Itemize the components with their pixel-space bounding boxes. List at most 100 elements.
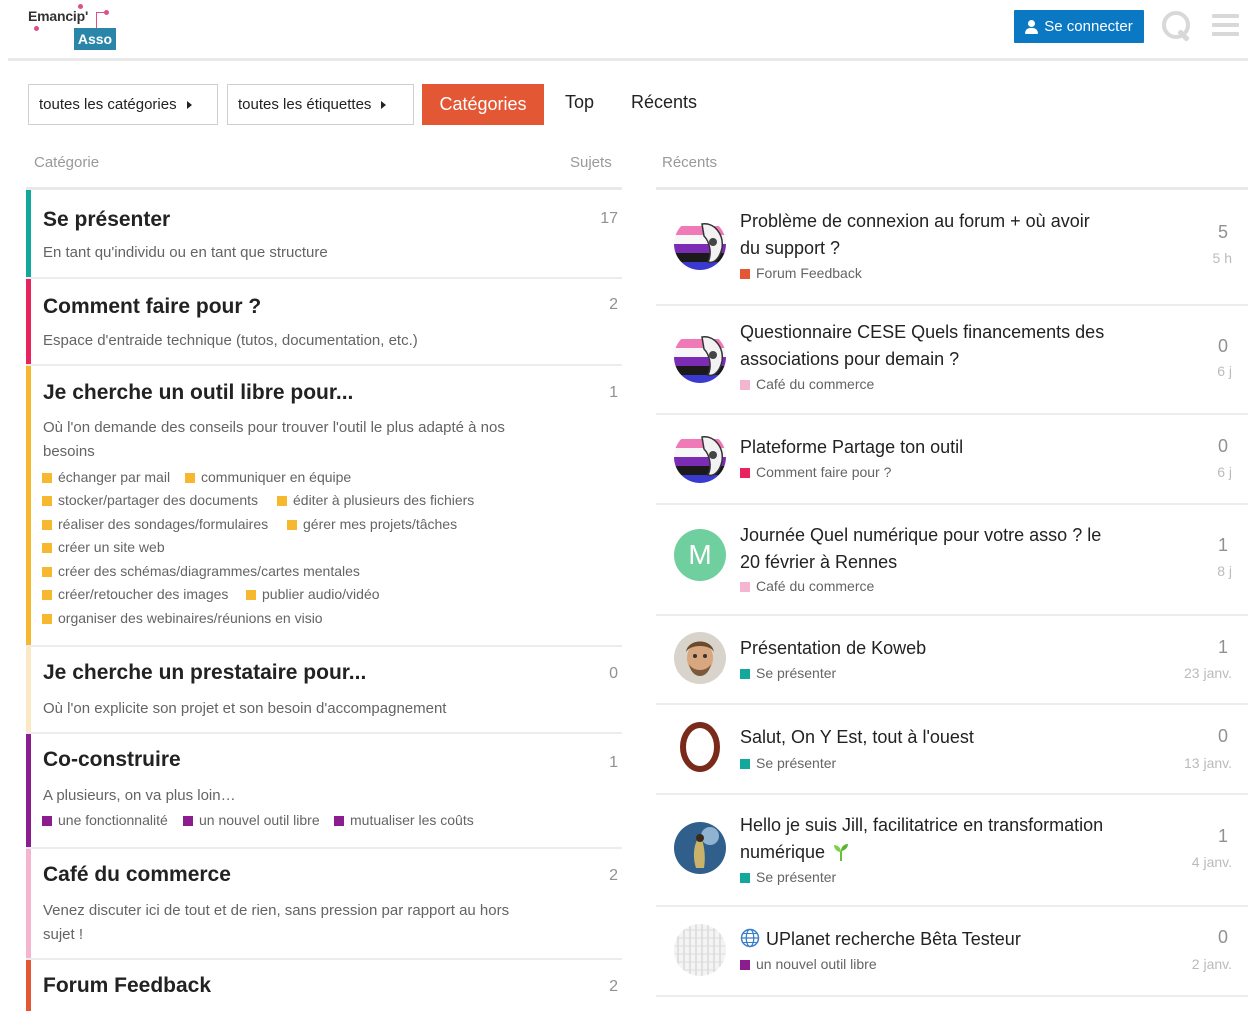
- topic-category[interactable]: Comment faire pour ?: [740, 464, 891, 480]
- category-color-square: [740, 759, 750, 769]
- avatar[interactable]: [674, 331, 726, 383]
- subcategory-color-square: [42, 567, 52, 577]
- tags-dropdown[interactable]: toutes les étiquettes: [227, 84, 414, 125]
- reply-count: 0: [1217, 336, 1228, 356]
- avatar[interactable]: [674, 822, 726, 874]
- topic-age[interactable]: 5 h: [1213, 250, 1232, 266]
- category-topic-count: 2: [609, 978, 618, 995]
- header-divider: [8, 58, 1248, 61]
- category-title[interactable]: Je cherche un outil libre pour...: [43, 381, 353, 405]
- topic-age[interactable]: 13 janv.: [1184, 755, 1232, 771]
- subcategory-link[interactable]: gérer mes projets/tâches: [287, 516, 457, 532]
- category-row[interactable]: Comment faire pour ? Espace d'entraide te…: [26, 279, 622, 364]
- topic-age[interactable]: 8 j: [1217, 563, 1232, 579]
- topic-age[interactable]: 23 janv.: [1184, 665, 1232, 681]
- topic-title[interactable]: Plateforme Partage ton outil: [740, 434, 1110, 461]
- topic-category[interactable]: Se présenter: [740, 665, 836, 681]
- topic-title[interactable]: Salut, On Y Est, tout à l'ouest: [740, 724, 1110, 751]
- category-title[interactable]: Café du commerce: [43, 863, 231, 887]
- tab-top[interactable]: Top: [565, 92, 594, 113]
- subcategory-link[interactable]: éditer à plusieurs des fichiers: [277, 492, 474, 508]
- subcategory-label: gérer mes projets/tâches: [303, 516, 458, 532]
- topic-row[interactable]: Salut, On Y Est, tout à l'ouest Se présen…: [656, 705, 1248, 793]
- subcategory-link[interactable]: un nouvel outil libre: [183, 812, 320, 828]
- topic-category[interactable]: Café du commerce: [740, 578, 874, 594]
- subcategory-link[interactable]: mutualiser les coûts: [334, 812, 474, 828]
- subcategory-link[interactable]: créer/retoucher des images: [42, 586, 228, 602]
- categories-dropdown-label: toutes les catégories: [39, 96, 177, 113]
- subcategory-label: créer/retoucher des images: [58, 586, 229, 602]
- topic-category-label: Se présenter: [756, 869, 837, 885]
- subcategory-color-square: [246, 590, 256, 600]
- reply-count: 0: [1217, 927, 1228, 947]
- topic-category[interactable]: un nouvel outil libre: [740, 956, 877, 972]
- hamburger-menu-icon[interactable]: [1212, 12, 1239, 38]
- topic-row[interactable]: Problème de connexion au forum + où avoi…: [656, 192, 1248, 304]
- recent-column-header: Récents: [662, 154, 718, 171]
- caret-right-icon: [381, 100, 387, 109]
- subcategory-link[interactable]: réaliser des sondages/formulaires: [42, 516, 268, 532]
- subcategory-link[interactable]: créer un site web: [42, 539, 165, 555]
- subcategory-label: réaliser des sondages/formulaires: [58, 516, 269, 532]
- site-logo[interactable]: Emancip' Asso: [26, 4, 121, 50]
- category-title[interactable]: Se présenter: [43, 208, 170, 232]
- category-description: Espace d'entraide technique (tutos, docu…: [43, 332, 418, 349]
- topic-title[interactable]: Présentation de Koweb: [740, 635, 1110, 662]
- category-row[interactable]: Forum Feedback 2: [26, 960, 622, 1011]
- avatar[interactable]: [674, 721, 726, 773]
- topic-category[interactable]: Se présenter: [740, 755, 836, 771]
- login-button[interactable]: Se connecter: [1014, 10, 1144, 43]
- subcategory-label: publier audio/vidéo: [262, 586, 380, 602]
- subcategory-label: un nouvel outil libre: [199, 812, 320, 828]
- logo-decor-line: [96, 12, 97, 28]
- site-header: Emancip' Asso Se connecter: [0, 0, 1248, 60]
- topic-row[interactable]: Présentation de Koweb Se présenter 1 23 jan…: [656, 616, 1248, 703]
- topic-title[interactable]: Problème de connexion au forum + où avoi…: [740, 208, 1110, 262]
- topic-category[interactable]: Se présenter: [740, 869, 836, 885]
- topic-age[interactable]: 2 janv.: [1192, 956, 1232, 972]
- category-row[interactable]: Co-construire A plusieurs, on va plus loi…: [26, 734, 622, 847]
- topic-category-label: Se présenter: [756, 665, 837, 681]
- topic-row[interactable]: M Journée Quel numérique pour votre asso …: [656, 505, 1248, 614]
- subcategory-link[interactable]: échanger par mail: [42, 469, 170, 485]
- topic-category[interactable]: Forum Feedback: [740, 265, 862, 281]
- category-title[interactable]: Forum Feedback: [43, 974, 211, 998]
- avatar[interactable]: [674, 632, 726, 684]
- category-row[interactable]: Se présenter En tant qu'individu ou en ta…: [26, 190, 622, 277]
- subcategory-link[interactable]: une fonctionnalité: [42, 812, 168, 828]
- category-row[interactable]: Je cherche un prestataire pour... Où l'on…: [26, 647, 622, 732]
- topic-title[interactable]: Journée Quel numérique pour votre asso ?…: [740, 522, 1110, 576]
- search-icon[interactable]: [1160, 9, 1194, 43]
- topic-title[interactable]: UPlanet recherche Bêta Testeur: [740, 926, 1110, 953]
- subcategory-link[interactable]: créer des schémas/diagrammes/cartes ment…: [42, 563, 360, 579]
- subcategory-color-square: [42, 473, 52, 483]
- avatar[interactable]: [674, 431, 726, 483]
- topic-category[interactable]: Café du commerce: [740, 376, 874, 392]
- category-title[interactable]: Co-construire: [43, 748, 181, 772]
- subcategory-label: organiser des webinaires/réunions en vis…: [58, 610, 323, 626]
- subcategory-link[interactable]: publier audio/vidéo: [246, 586, 380, 602]
- subcategory-color-square: [42, 816, 52, 826]
- topic-row[interactable]: Plateforme Partage ton outil Comment fair…: [656, 415, 1248, 503]
- subcategory-link[interactable]: stocker/partager des documents: [42, 492, 258, 508]
- tab-recent[interactable]: Récents: [631, 92, 697, 113]
- category-title[interactable]: Je cherche un prestataire pour...: [43, 661, 366, 685]
- topic-age[interactable]: 6 j: [1217, 464, 1232, 480]
- category-row[interactable]: Café du commerce Venez discuter ici de to…: [26, 849, 622, 958]
- topic-row[interactable]: Hello je suis Jill, facilitatrice en tra…: [656, 795, 1248, 905]
- category-title[interactable]: Comment faire pour ?: [43, 295, 261, 319]
- avatar[interactable]: [674, 218, 726, 270]
- subcategory-link[interactable]: communiquer en équipe: [185, 469, 351, 485]
- topic-row[interactable]: Questionnaire CESE Quels financements de…: [656, 306, 1248, 413]
- tab-categories[interactable]: Catégories: [422, 84, 544, 125]
- topic-row[interactable]: UPlanet recherche Bêta Testeur un nouvel …: [656, 907, 1248, 995]
- avatar[interactable]: [674, 924, 726, 976]
- topic-title[interactable]: Hello je suis Jill, facilitatrice en tra…: [740, 812, 1110, 866]
- category-topic-count: 17: [600, 210, 618, 227]
- topic-title[interactable]: Questionnaire CESE Quels financements de…: [740, 319, 1110, 373]
- subcategory-link[interactable]: organiser des webinaires/réunions en vis…: [42, 610, 323, 626]
- categories-dropdown[interactable]: toutes les catégories: [28, 84, 218, 125]
- topic-age[interactable]: 6 j: [1217, 363, 1232, 379]
- topic-age[interactable]: 4 janv.: [1192, 854, 1232, 870]
- avatar[interactable]: M: [674, 529, 726, 581]
